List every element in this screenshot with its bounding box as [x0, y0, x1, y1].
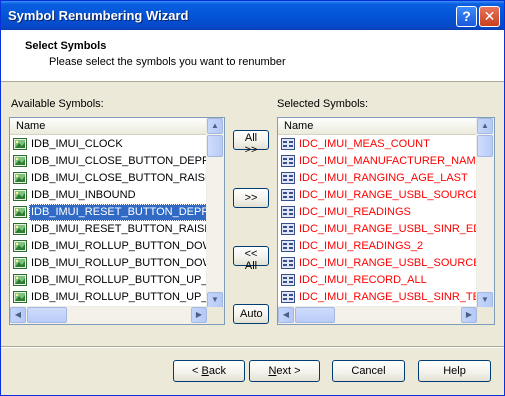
bitmap-icon	[13, 189, 27, 201]
back-button[interactable]: < Back	[173, 360, 245, 382]
back-mnemonic: B	[201, 365, 209, 377]
add-all-button[interactable]: All >>	[233, 130, 269, 156]
next-rest: ext >	[276, 365, 301, 377]
available-symbols-label: Available Symbols:	[11, 98, 104, 110]
bitmap-icon	[13, 172, 27, 184]
list-item-label: IDC_IMUI_MEAS_COUNT	[299, 138, 430, 150]
available-horizontal-scrollbar[interactable]: ◀ ▶	[10, 306, 207, 324]
list-item-label: IDB_IMUI_RESET_BUTTON_RAISE	[31, 223, 212, 235]
list-item-label: IDB_IMUI_CLOSE_BUTTON_DEPR	[31, 155, 210, 167]
bitmap-icon	[13, 291, 27, 303]
help-titlebar-button[interactable]: ?	[456, 6, 477, 27]
horizontal-scroll-thumb[interactable]	[295, 307, 335, 323]
bitmap-icon	[13, 240, 27, 252]
page-title: Select Symbols	[25, 40, 107, 52]
control-id-icon	[281, 240, 295, 252]
back-prefix: <	[192, 365, 202, 377]
control-id-icon	[281, 189, 295, 201]
list-item-label: IDC_IMUI_RANGE_USBL_SINR_ED	[299, 223, 482, 235]
list-item-label: IDB_IMUI_ROLLUP_BUTTON_UP_	[31, 274, 208, 286]
bitmap-icon	[13, 274, 27, 286]
bitmap-icon	[13, 155, 27, 167]
scroll-left-arrow-icon[interactable]: ◀	[10, 307, 26, 323]
list-item-label: IDC_IMUI_RANGING_AGE_LAST	[299, 172, 468, 184]
list-item-label: IDC_IMUI_READINGS_2	[299, 240, 424, 252]
scroll-down-arrow-icon[interactable]: ▼	[207, 292, 223, 308]
list-item-label: IDC_IMUI_MANUFACTURER_NAME	[299, 155, 483, 167]
list-item-label: IDB_IMUI_CLOSE_BUTTON_RAISE	[31, 172, 213, 184]
selected-symbols-list[interactable]: Name IDC_IMUI_MEAS_COUNT IDC_IMUI_MANUFAC…	[277, 117, 495, 325]
control-id-icon	[281, 172, 295, 184]
control-id-icon	[281, 223, 295, 235]
footer-separator	[1, 346, 504, 348]
window-title: Symbol Renumbering Wizard	[8, 8, 189, 23]
scroll-right-arrow-icon[interactable]: ▶	[461, 307, 477, 323]
scroll-thumb[interactable]	[477, 135, 493, 157]
control-id-icon	[281, 257, 295, 269]
bitmap-icon	[13, 257, 27, 269]
scroll-left-arrow-icon[interactable]: ◀	[278, 307, 294, 323]
bitmap-icon	[13, 223, 27, 235]
title-bar[interactable]: Symbol Renumbering Wizard ? ✕	[1, 1, 504, 30]
list-item-label: IDB_IMUI_ROLLUP_BUTTON_DOW	[31, 257, 213, 269]
horizontal-scroll-thumb[interactable]	[27, 307, 67, 323]
close-button[interactable]: ✕	[479, 6, 500, 27]
selected-name-column-header[interactable]: Name	[278, 118, 494, 135]
scroll-corner	[477, 307, 494, 324]
control-id-icon	[281, 274, 295, 286]
scroll-right-arrow-icon[interactable]: ▶	[191, 307, 207, 323]
scroll-down-arrow-icon[interactable]: ▼	[477, 292, 493, 308]
list-item-label: IDC_IMUI_RANGE_USBL_SOURCE_	[299, 189, 487, 201]
list-item-label: IDC_IMUI_RECORD_ALL	[299, 274, 427, 286]
available-symbols-list[interactable]: Name IDB_IMUI_CLOCK IDB_IMUI_CLOSE_BUTTON…	[9, 117, 225, 325]
scroll-corner	[207, 307, 224, 324]
bitmap-icon	[13, 206, 27, 218]
back-rest: ack	[208, 365, 226, 377]
page-subtitle: Please select the symbols you want to re…	[49, 56, 286, 68]
available-vertical-scrollbar[interactable]: ▲ ▼	[206, 118, 224, 308]
list-item-label: IDB_IMUI_INBOUND	[31, 189, 136, 201]
remove-all-button[interactable]: << All	[233, 246, 269, 272]
selected-symbols-label: Selected Symbols:	[277, 98, 369, 110]
available-name-column-header[interactable]: Name	[10, 118, 224, 135]
wizard-header: Select Symbols Please select the symbols…	[1, 30, 504, 82]
scroll-up-arrow-icon[interactable]: ▲	[207, 118, 223, 134]
selected-vertical-scrollbar[interactable]: ▲ ▼	[476, 118, 494, 308]
list-item-label: IDC_IMUI_RANGE_USBL_SINR_TE	[299, 291, 480, 303]
selected-horizontal-scrollbar[interactable]: ◀ ▶	[278, 306, 477, 324]
list-item-label: IDB_IMUI_CLOCK	[31, 138, 123, 150]
add-button[interactable]: >>	[233, 188, 269, 208]
help-button[interactable]: Help	[418, 360, 491, 382]
close-icon: ✕	[483, 8, 496, 24]
list-item-label: IDC_IMUI_READINGS	[299, 206, 411, 218]
list-item-label: IDB_IMUI_RESET_BUTTON_DEPR	[29, 204, 212, 221]
list-item-label: IDB_IMUI_ROLLUP_BUTTON_DOW	[31, 240, 213, 252]
scroll-up-arrow-icon[interactable]: ▲	[477, 118, 493, 134]
auto-button[interactable]: Auto	[233, 304, 269, 324]
cancel-button[interactable]: Cancel	[332, 360, 405, 382]
question-icon: ?	[462, 8, 471, 24]
next-button[interactable]: Next >	[249, 360, 320, 382]
control-id-icon	[281, 206, 295, 218]
scroll-thumb[interactable]	[207, 135, 223, 157]
control-id-icon	[281, 138, 295, 150]
list-item-label: IDB_IMUI_ROLLUP_BUTTON_UP_I	[31, 291, 211, 303]
list-item-label: IDC_IMUI_RANGE_USBL_SOURCE_	[299, 257, 487, 269]
wizard-window: Symbol Renumbering Wizard ? ✕ Select Sym…	[0, 0, 505, 396]
control-id-icon	[281, 291, 295, 303]
control-id-icon	[281, 155, 295, 167]
bitmap-icon	[13, 138, 27, 150]
